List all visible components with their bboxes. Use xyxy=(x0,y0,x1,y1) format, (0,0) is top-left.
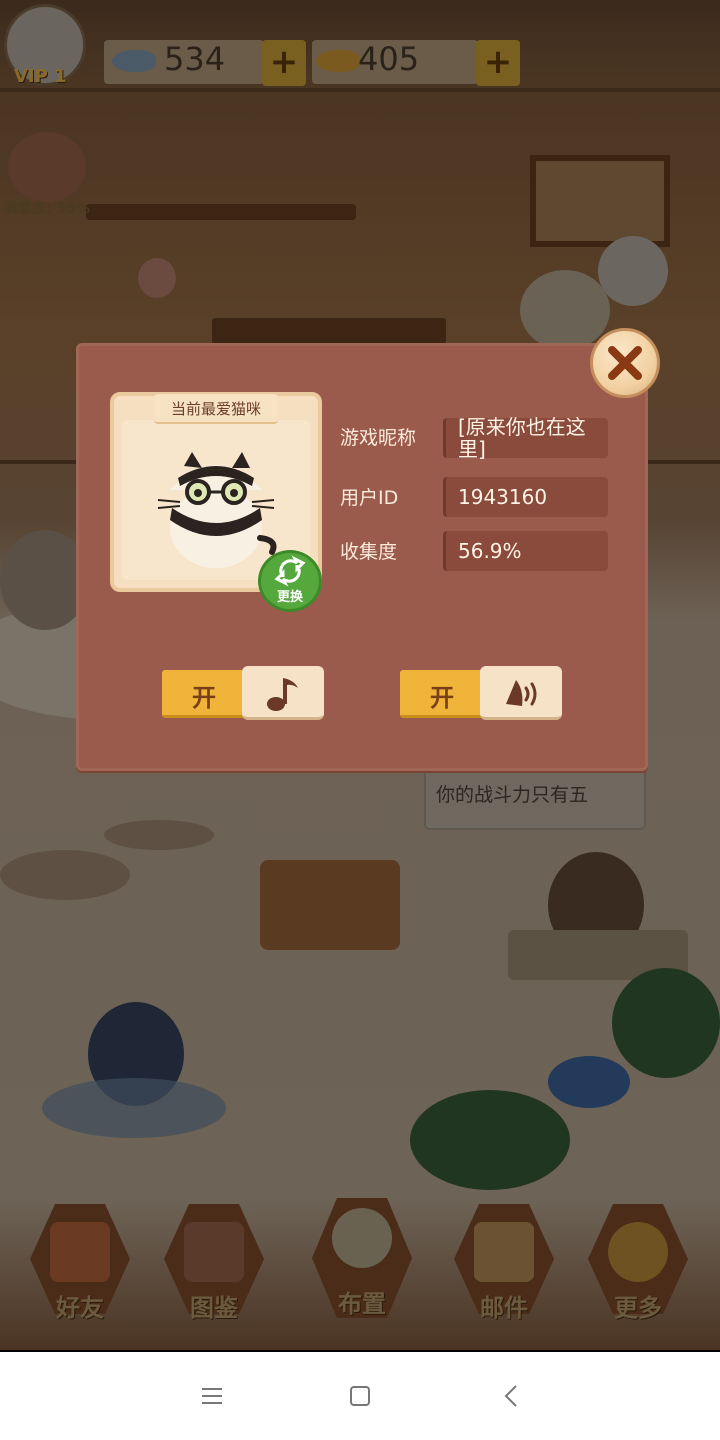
collection-value: 56.9% xyxy=(458,539,522,563)
add-fish-button[interactable]: + xyxy=(262,40,306,86)
nav-mail[interactable]: 邮件 xyxy=(444,1204,564,1330)
refresh-icon xyxy=(274,555,306,587)
nav-catalog[interactable]: 图鉴 xyxy=(154,1204,274,1330)
log xyxy=(0,850,130,900)
nav-friends-label: 好友 xyxy=(56,1294,104,1322)
satisfaction-level: 满意度: 55% xyxy=(4,201,90,217)
friends-icon xyxy=(50,1222,110,1282)
nickname-value: [原来你也在这里] xyxy=(458,415,586,461)
add-gold-fish-button[interactable]: + xyxy=(476,40,520,86)
favorite-cat-title: 当前最爱猫咪 xyxy=(170,400,261,418)
nav-mail-label: 邮件 xyxy=(480,1294,528,1322)
change-cat-button[interactable]: 更换 xyxy=(258,550,322,612)
music-toggle-label: 开 xyxy=(192,684,216,712)
nav-more-label: 更多 xyxy=(614,1294,662,1322)
sound-toggle-state: 开 xyxy=(400,670,486,718)
sound-toggle[interactable]: 开 xyxy=(400,666,562,720)
nickname-field: [原来你也在这里] xyxy=(443,415,608,461)
home-square-icon xyxy=(350,1386,370,1406)
music-toggle-state: 开 xyxy=(162,670,248,718)
system-nav-bar xyxy=(0,1352,720,1440)
collection-field: 56.9% xyxy=(443,531,608,571)
wall-beam xyxy=(0,88,720,92)
music-toggle-icon-box xyxy=(242,666,324,720)
vip-level: VIP 1 xyxy=(14,66,67,87)
user-id-field: 1943160 xyxy=(443,477,608,517)
log xyxy=(104,820,214,850)
recent-apps-button[interactable] xyxy=(172,1352,252,1440)
speech-bubble-text: 你的战斗力只有五 xyxy=(436,784,589,806)
yarn-ball xyxy=(598,236,668,306)
rooster-toy xyxy=(260,860,400,950)
speaker-icon xyxy=(506,680,537,706)
yarn-ball xyxy=(138,258,176,298)
cat-bed xyxy=(42,1078,226,1138)
close-icon xyxy=(608,346,642,380)
card-title-tab: 当前最爱猫咪 xyxy=(154,394,278,424)
menu-icon xyxy=(202,1388,222,1404)
nickname-label: 游戏昵称 xyxy=(340,427,417,449)
flower-vase-icon xyxy=(332,1208,392,1268)
close-button[interactable] xyxy=(590,328,660,398)
speech-bubble: 你的战斗力只有五 xyxy=(424,768,646,830)
question-cat-icon xyxy=(608,1222,668,1282)
sound-toggle-icon-box xyxy=(480,666,562,720)
nav-decorate[interactable]: 布置 xyxy=(302,1168,422,1328)
music-toggle[interactable]: 开 xyxy=(162,666,324,720)
fish-count: 534 xyxy=(164,40,226,78)
grandma-character xyxy=(520,270,610,350)
back-chevron-icon xyxy=(504,1385,517,1407)
keeper-avatar[interactable] xyxy=(8,132,86,202)
nav-catalog-label: 图鉴 xyxy=(190,1294,238,1322)
fish-icon xyxy=(112,50,156,72)
wall-shelf xyxy=(86,204,356,220)
sound-toggle-label: 开 xyxy=(430,684,454,712)
bush xyxy=(410,1090,570,1190)
envelope-icon xyxy=(474,1222,534,1282)
cabinet xyxy=(212,318,446,344)
picture-frame xyxy=(530,155,670,247)
nav-decorate-label: 布置 xyxy=(338,1290,386,1318)
change-cat-label: 更换 xyxy=(276,590,303,605)
gold-fish-count: 405 xyxy=(358,40,420,78)
gold-fish-icon xyxy=(316,50,360,72)
user-id-value: 1943160 xyxy=(458,485,548,509)
music-note-icon xyxy=(267,678,298,711)
user-id-label: 用户ID xyxy=(340,487,399,509)
home-button[interactable] xyxy=(320,1352,400,1440)
book-icon xyxy=(184,1222,244,1282)
nav-friends[interactable]: 好友 xyxy=(20,1204,140,1330)
bush xyxy=(612,968,720,1078)
collection-label: 收集度 xyxy=(340,541,398,563)
back-button[interactable] xyxy=(472,1352,552,1440)
food-bowl xyxy=(548,1056,630,1108)
nav-more[interactable]: 更多 xyxy=(578,1204,698,1330)
